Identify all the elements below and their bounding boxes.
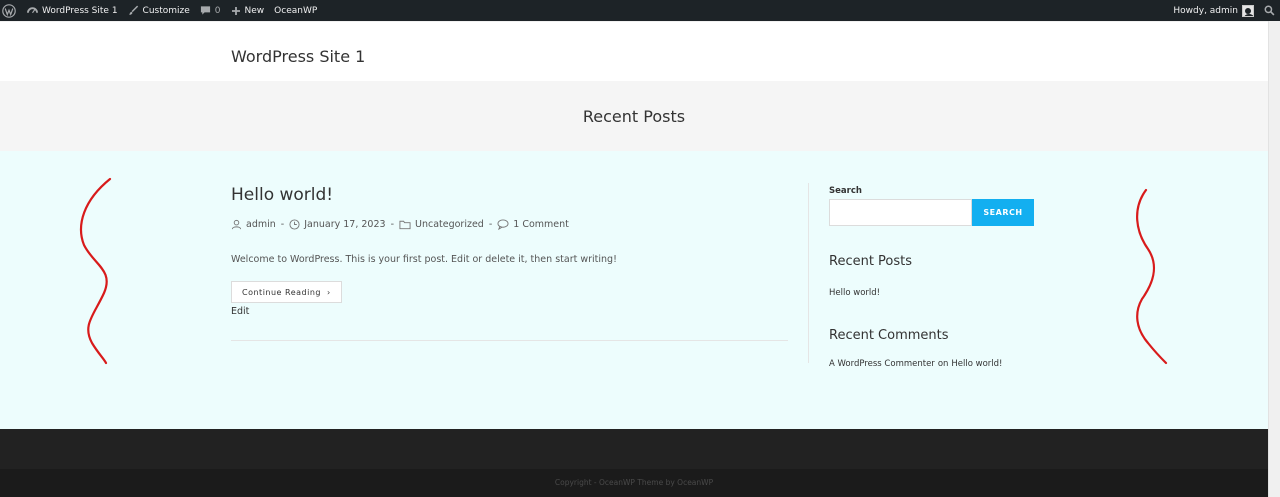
continue-reading-label: Continue Reading: [242, 287, 321, 297]
recent-posts-widget-title: Recent Posts: [829, 254, 913, 269]
annotation-squiggle-right: [1136, 188, 1168, 365]
recent-comment-item: A WordPress Commenter on Hello world!: [829, 359, 1002, 369]
site-title[interactable]: WordPress Site 1: [231, 47, 365, 66]
post-category[interactable]: Uncategorized: [415, 219, 484, 230]
paintbrush-icon: [128, 5, 139, 16]
post-title[interactable]: Hello world!: [231, 185, 333, 205]
recent-comments-widget-title: Recent Comments: [829, 328, 949, 343]
continue-reading-button[interactable]: Continue Reading ›: [231, 281, 342, 303]
search-icon: [1264, 5, 1275, 16]
folder-icon: [399, 219, 411, 230]
page-title: Recent Posts: [582, 107, 686, 126]
avatar: [1242, 4, 1254, 17]
annotation-squiggle-left: [80, 177, 112, 365]
meta-separator: -: [280, 219, 285, 230]
user-icon: [231, 219, 242, 230]
edit-post-link[interactable]: Edit: [231, 306, 249, 317]
footer-bottom: Copyright - OceanWP Theme by OceanWP: [0, 469, 1268, 497]
search-widget-label: Search: [829, 186, 862, 196]
page-header: Recent Posts: [0, 81, 1268, 151]
wordpress-logo-icon: [2, 3, 16, 18]
comment-post-link[interactable]: Hello world!: [951, 359, 1002, 369]
sidebar-divider: [808, 183, 809, 363]
dashboard-icon: [27, 5, 38, 16]
comments-link[interactable]: 0: [195, 0, 226, 21]
plus-icon: [231, 6, 241, 16]
copyright-text: Copyright - OceanWP Theme by OceanWP: [554, 478, 714, 487]
admin-bar: WordPress Site 1 Customize 0 New OceanWP…: [0, 0, 1280, 21]
post-comments-link[interactable]: 1 Comment: [513, 219, 569, 230]
recent-post-link[interactable]: Hello world!: [829, 288, 880, 298]
search-button[interactable]: SEARCH: [972, 199, 1034, 226]
comment-author-link[interactable]: A WordPress Commenter: [829, 359, 935, 369]
comment-bubble-icon: [200, 5, 211, 16]
site-name-menu[interactable]: WordPress Site 1: [22, 0, 123, 21]
clock-icon: [289, 219, 300, 230]
customize-link[interactable]: Customize: [123, 0, 195, 21]
comments-count: 0: [214, 5, 221, 16]
footer-widgets: [0, 429, 1268, 469]
howdy-label: Howdy, admin: [1173, 5, 1238, 16]
site-name-label: WordPress Site 1: [42, 5, 118, 16]
meta-separator: -: [390, 219, 394, 230]
oceanwp-label: OceanWP: [274, 5, 318, 16]
comment-on-text: on: [937, 359, 949, 369]
admin-bar-left: WordPress Site 1 Customize 0 New OceanWP: [0, 0, 322, 21]
speech-bubble-icon: [497, 219, 509, 230]
meta-separator: -: [488, 219, 493, 230]
post-excerpt: Welcome to WordPress. This is your first…: [231, 254, 617, 265]
post-meta: admin - January 17, 2023 - Uncategorized…: [231, 219, 569, 230]
post-author[interactable]: admin: [246, 219, 276, 230]
chevron-right-icon: ›: [327, 287, 331, 297]
customize-label: Customize: [142, 5, 190, 16]
site-header: WordPress Site 1: [0, 21, 1268, 81]
wordpress-menu[interactable]: [0, 0, 22, 21]
admin-search-button[interactable]: [1259, 0, 1280, 21]
account-menu[interactable]: Howdy, admin: [1168, 0, 1259, 21]
post-date: January 17, 2023: [304, 219, 386, 230]
new-label: New: [244, 5, 265, 16]
content-area: Hello world! admin - January 17, 2023 - …: [0, 151, 1268, 429]
search-input[interactable]: [829, 199, 972, 226]
admin-bar-right: Howdy, admin: [1168, 0, 1280, 21]
page-scrollbar[interactable]: [1268, 21, 1280, 497]
new-content-menu[interactable]: New: [226, 0, 270, 21]
post-divider: [231, 340, 788, 341]
oceanwp-menu[interactable]: OceanWP: [269, 0, 322, 21]
